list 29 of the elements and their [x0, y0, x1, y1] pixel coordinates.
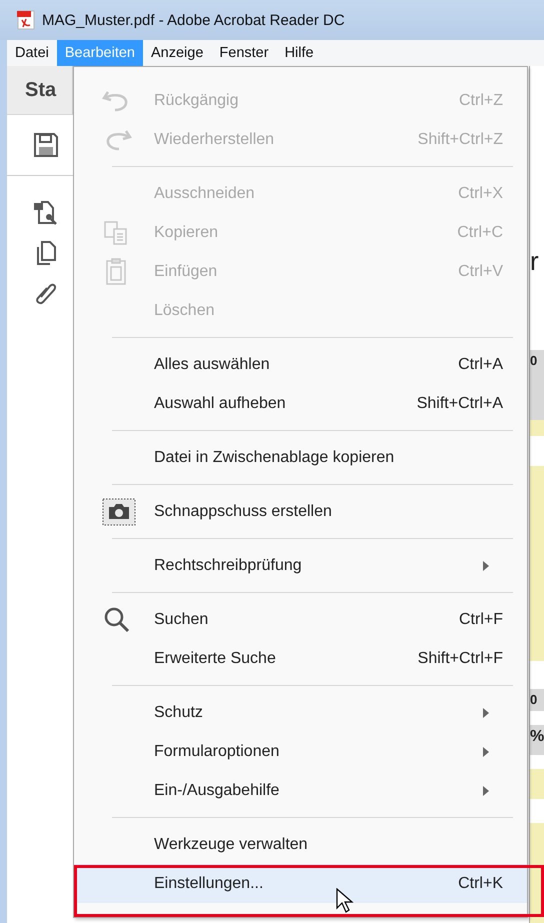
table-row-background: [530, 769, 544, 799]
menu-item[interactable]: Alles auswählen Ctrl+A: [74, 345, 527, 384]
mouse-cursor-icon: [336, 888, 354, 914]
document-text: %: [530, 727, 544, 745]
menu-item[interactable]: Auswahl aufheben Shift+Ctrl+A: [74, 384, 527, 423]
search-icon: [102, 606, 132, 634]
menu-bar-item[interactable]: Hilfe: [276, 40, 322, 66]
tab[interactable]: Sta: [7, 66, 73, 115]
document-text: 0: [530, 691, 538, 706]
menu-item[interactable]: Einstellungen... Ctrl+K: [74, 864, 527, 903]
document-text: 0: [530, 352, 538, 367]
menu-bar-item[interactable]: Anzeige: [143, 40, 212, 66]
menu-item[interactable]: Schutz: [74, 693, 527, 732]
menu-bar-item[interactable]: Datei: [7, 40, 57, 66]
menu-item[interactable]: Datei in Zwischenablage kopieren: [74, 438, 527, 477]
menu-item[interactable]: Suchen Ctrl+F: [74, 600, 527, 639]
menu-item[interactable]: Werkzeuge verwalten: [74, 825, 527, 864]
window-title: MAG_Muster.pdf - Adobe Acrobat Reader DC: [42, 12, 345, 28]
save-icon[interactable]: [33, 132, 59, 158]
menu-item[interactable]: Erweiterte Suche Shift+Ctrl+F: [74, 639, 527, 678]
pdf-file-icon: [16, 10, 36, 30]
menu-item[interactable]: Schnappschuss erstellen: [74, 492, 527, 531]
menu-item[interactable]: Ein-/Ausgabehilfe: [74, 771, 527, 810]
document-text: r: [530, 245, 539, 274]
menu-bar-item[interactable]: Fenster: [211, 40, 277, 66]
menu-item[interactable]: Formularoptionen: [74, 732, 527, 771]
menu-item[interactable]: Rechtschreibprüfung: [74, 546, 527, 585]
camera-icon: [102, 498, 136, 526]
document-search-icon[interactable]: [33, 200, 59, 226]
